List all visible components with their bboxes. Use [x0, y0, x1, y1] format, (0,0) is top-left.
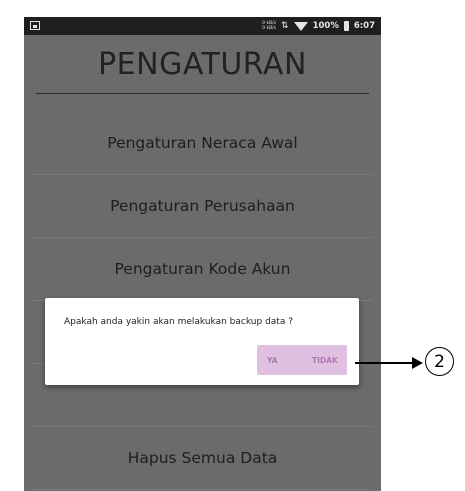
callout-line	[355, 362, 415, 364]
network-speed: 0 kB/s 0 kB/s	[262, 21, 276, 31]
menu-item-label: Hapus Semua Data	[127, 449, 278, 467]
page-title: PENGATURAN	[98, 47, 307, 82]
image-notification-icon	[30, 21, 40, 30]
menu-item-neraca-awal[interactable]: Pengaturan Neraca Awal	[32, 112, 373, 175]
menu-item-perusahaan[interactable]: Pengaturan Perusahaan	[32, 175, 373, 238]
callout-arrow-icon	[412, 357, 423, 369]
clock: 6:07	[353, 21, 375, 31]
menu-item-kode-akun[interactable]: Pengaturan Kode Akun	[32, 238, 373, 301]
net-down-text: 0 kB/s	[262, 26, 277, 31]
menu-item-label: Pengaturan Perusahaan	[110, 197, 295, 215]
confirm-dialog: Apakah anda yakin akan melakukan backup …	[45, 298, 359, 385]
callout-number: 2	[425, 347, 454, 376]
menu-item-label: Pengaturan Neraca Awal	[107, 134, 298, 152]
phone-screen: 0 kB/s 0 kB/s ⇅ 100% 6:07 PENGATURAN Pen…	[24, 17, 381, 491]
dialog-message: Apakah anda yakin akan melakukan backup …	[64, 317, 293, 327]
menu-item-hapus-data[interactable]: Hapus Semua Data	[32, 427, 373, 490]
dialog-button-group: YA TIDAK	[257, 345, 347, 375]
status-bar: 0 kB/s 0 kB/s ⇅ 100% 6:07	[24, 17, 381, 35]
no-button[interactable]: TIDAK	[312, 356, 338, 365]
title-divider	[36, 93, 369, 94]
status-right: 0 kB/s 0 kB/s ⇅ 100% 6:07	[262, 20, 375, 32]
wifi-icon	[293, 21, 308, 31]
battery-icon	[343, 21, 349, 31]
data-transfer-icon: ⇅	[281, 21, 289, 31]
menu-item-label: Pengaturan Kode Akun	[114, 260, 291, 278]
yes-button[interactable]: YA	[267, 356, 278, 365]
battery-percent: 100%	[312, 21, 339, 31]
